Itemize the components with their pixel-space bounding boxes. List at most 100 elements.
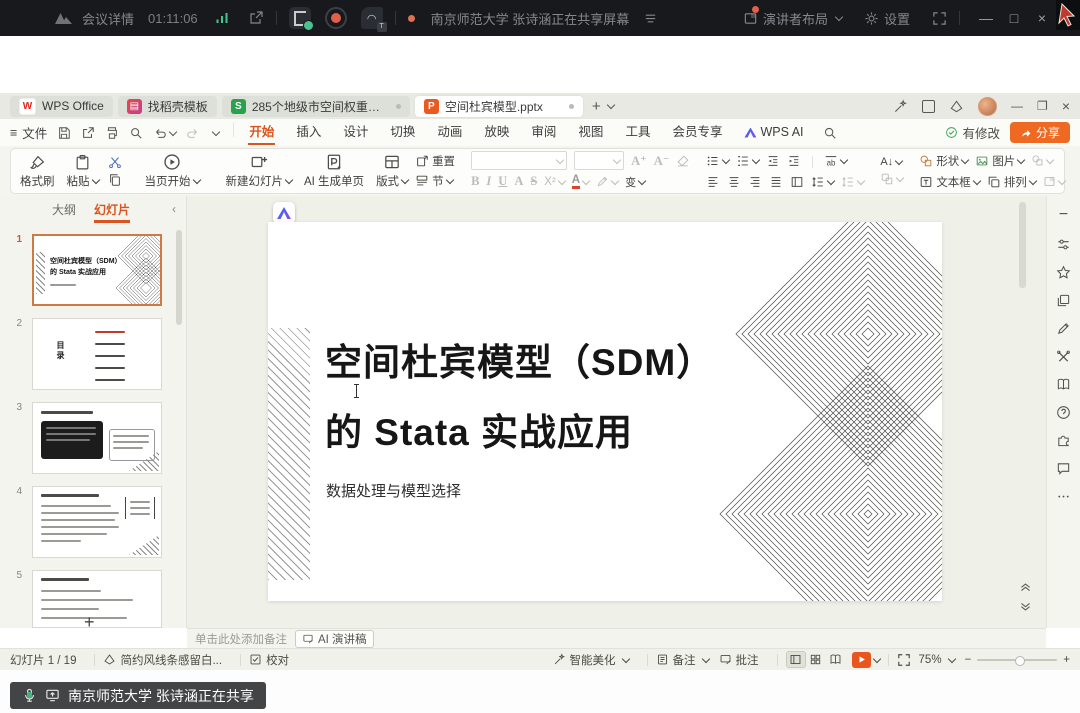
meeting-settings-button[interactable]: 设置 xyxy=(864,9,910,28)
proofread-button[interactable]: 校对 xyxy=(249,652,289,668)
paste-button[interactable]: 粘贴 xyxy=(62,152,104,191)
merge-shapes-button[interactable] xyxy=(1031,154,1053,167)
workspace-icon[interactable] xyxy=(922,100,935,113)
favorites-star-icon[interactable] xyxy=(1056,265,1071,280)
copy-icon[interactable] xyxy=(108,173,122,187)
bullets-button[interactable] xyxy=(706,154,729,168)
font-size-select[interactable] xyxy=(574,151,624,170)
signature-pen-icon[interactable] xyxy=(1056,321,1071,336)
quickbar-more-chevron[interactable] xyxy=(212,127,220,135)
print-icon[interactable] xyxy=(105,126,119,140)
print-preview-icon[interactable] xyxy=(129,126,143,140)
collapse-panel-button[interactable]: ‹ xyxy=(172,202,176,216)
textbox-button[interactable]: 文本框 xyxy=(919,174,980,190)
user-avatar[interactable] xyxy=(978,97,997,116)
panel-scrollbar[interactable] xyxy=(176,230,182,610)
menu-tools[interactable]: 工具 xyxy=(614,120,661,145)
cut-icon[interactable] xyxy=(108,155,122,169)
align-left-icon[interactable] xyxy=(706,175,720,189)
message-center-icon[interactable] xyxy=(893,99,908,114)
menu-wps-ai[interactable]: WPS AI xyxy=(733,120,814,145)
tab-wps-office[interactable]: W WPS Office xyxy=(10,96,113,117)
export-icon[interactable] xyxy=(81,126,95,140)
reset-slide-button[interactable]: 重置 xyxy=(415,153,455,169)
paragraph-spacing-button[interactable] xyxy=(841,175,864,189)
menu-slideshow[interactable]: 放映 xyxy=(473,120,520,145)
superscript-button[interactable]: X² xyxy=(544,176,565,188)
doc-widget-icon[interactable] xyxy=(289,7,311,29)
reading-view-button[interactable] xyxy=(826,651,846,668)
section-button[interactable]: 节 xyxy=(415,173,455,189)
sharing-options-icon[interactable] xyxy=(643,11,658,26)
meeting-fullscreen-icon[interactable] xyxy=(932,11,947,26)
align-objects-button[interactable] xyxy=(1043,175,1065,188)
tools-icon[interactable] xyxy=(1056,349,1071,364)
next-slide-button[interactable] xyxy=(1019,601,1032,614)
picture-button[interactable]: 图片 xyxy=(975,153,1024,169)
meeting-minimize-button[interactable]: — xyxy=(972,10,1000,26)
slideshow-options-chevron[interactable] xyxy=(872,654,880,662)
distribute-text-icon[interactable] xyxy=(790,175,804,189)
properties-sliders-icon[interactable] xyxy=(1056,237,1071,252)
tab-outline[interactable]: 大纲 xyxy=(52,201,76,218)
undo-button[interactable] xyxy=(153,126,176,140)
align-right-icon[interactable] xyxy=(748,175,762,189)
slide-thumbnail-3[interactable] xyxy=(32,402,162,474)
font-color-button[interactable]: A xyxy=(572,175,589,189)
slide-thumbnail-5[interactable] xyxy=(32,570,162,628)
more-options-icon[interactable] xyxy=(1056,489,1071,504)
theme-name-button[interactable]: 简约风线条感留白... xyxy=(103,652,222,668)
slideshow-play-button[interactable] xyxy=(852,652,871,668)
ai-generate-page-button[interactable]: AI 生成单页 xyxy=(299,151,369,191)
menu-design[interactable]: 设计 xyxy=(332,120,379,145)
add-slide-button[interactable]: + xyxy=(84,612,95,633)
convert-smartart-button[interactable] xyxy=(880,172,903,186)
text-effects-button[interactable]: 变 xyxy=(625,174,645,190)
ai-script-button[interactable]: AI 演讲稿 xyxy=(295,630,374,648)
clipboard-layers-icon[interactable] xyxy=(1056,293,1071,308)
highlight-color-button[interactable] xyxy=(596,175,618,188)
ribbon-search-icon[interactable] xyxy=(823,126,837,140)
presenter-layout-button[interactable]: 演讲者布局 xyxy=(743,9,842,28)
menu-member[interactable]: 会员专享 xyxy=(661,120,733,145)
notes-placeholder[interactable]: 单击此处添加备注 xyxy=(195,631,287,647)
help-icon[interactable] xyxy=(1056,405,1071,420)
wps-restore-button[interactable]: ❐ xyxy=(1037,99,1048,113)
fit-slide-icon[interactable] xyxy=(897,653,911,667)
slide-title-line2[interactable]: 的 Stata 实战应用 xyxy=(325,402,633,456)
menu-animation[interactable]: 动画 xyxy=(426,120,473,145)
global-settings-icon[interactable] xyxy=(949,99,964,114)
clear-format-icon[interactable] xyxy=(676,154,690,168)
text-direction-button[interactable] xyxy=(824,154,847,168)
save-icon[interactable] xyxy=(57,126,71,140)
file-menu[interactable]: ≡ 文件 xyxy=(10,123,47,142)
slide-thumbnail-4[interactable] xyxy=(32,486,162,558)
slide-thumbnail-1[interactable]: 空间杜宾模型（SDM）的 Stata 实战应用 xyxy=(32,234,162,306)
tab-list-chevron-icon[interactable] xyxy=(606,101,614,109)
reading-book-icon[interactable] xyxy=(1056,377,1071,392)
strikethrough-button[interactable]: S xyxy=(530,174,537,189)
menu-insert[interactable]: 插入 xyxy=(285,120,332,145)
slide-title-line1[interactable]: 空间杜宾模型（SDM） xyxy=(325,332,714,386)
format-painter-button[interactable]: 格式刷 xyxy=(15,152,60,191)
menu-view[interactable]: 视图 xyxy=(567,120,614,145)
menu-transition[interactable]: 切换 xyxy=(379,120,426,145)
tab-slides[interactable]: 幻灯片 xyxy=(94,201,130,218)
normal-view-button[interactable] xyxy=(786,651,806,668)
text-rotate-button[interactable]: A↓ xyxy=(880,156,903,168)
open-external-icon[interactable] xyxy=(248,10,264,26)
zoom-in-button[interactable]: + xyxy=(1063,654,1070,666)
current-slide[interactable]: 空间杜宾模型（SDM） 的 Stata 实战应用 数据处理与模型选择 xyxy=(268,222,942,601)
italic-button[interactable]: I xyxy=(486,174,491,189)
collapse-ribbon-button[interactable]: − xyxy=(1059,206,1068,224)
meeting-close-button[interactable]: × xyxy=(1028,10,1056,26)
zoom-out-button[interactable]: − xyxy=(965,654,972,666)
menu-review[interactable]: 审阅 xyxy=(520,120,567,145)
wps-close-button[interactable]: × xyxy=(1062,98,1070,114)
line-spacing-button[interactable] xyxy=(811,175,834,189)
increase-font-button[interactable]: A⁺ xyxy=(631,153,647,169)
arrange-button[interactable]: 排列 xyxy=(987,174,1036,190)
font-family-select[interactable] xyxy=(471,151,567,170)
align-justify-icon[interactable] xyxy=(769,175,783,189)
slide-subtitle[interactable]: 数据处理与模型选择 xyxy=(326,480,461,501)
